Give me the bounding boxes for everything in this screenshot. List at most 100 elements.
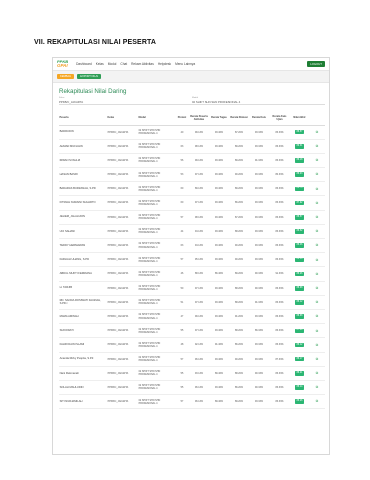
cell-aktivitas: 89.13% [189, 181, 209, 197]
app-logo[interactable]: PPKB GPAI [57, 59, 68, 69]
cell-aktivitas: 97.13% [189, 195, 209, 211]
export-button[interactable]: EXPORT NILAI [77, 73, 102, 80]
cell-kelas: PPKB/C_JAKARTA [107, 125, 138, 140]
cell-nilai: 88.18 [290, 252, 309, 268]
nav-item-modul[interactable]: Modul [108, 62, 117, 66]
column-header: Peserta [59, 113, 107, 126]
cell-modul: 02 SHIFT SHN SHN PROFESIONAL 4 [138, 281, 175, 296]
back-button[interactable]: KEMBALI [57, 73, 75, 80]
nilai-badge: 88.21 [295, 371, 304, 376]
cell-nilai: 88.14 [290, 380, 309, 396]
document-heading: VII. REKAPITULASI NILAI PESERTA [34, 39, 156, 46]
cell-peserta: TEDDY HERMAWAN [59, 238, 107, 254]
cell-action: ⧉ [309, 352, 325, 367]
nilai-badge: 88.14 [295, 385, 304, 390]
cell-peserta: FITRIAH NURAINI SUHARTO [59, 195, 107, 211]
external-link-icon[interactable]: ⧉ [316, 300, 318, 304]
cell-peserta: JELIEM_JALALUDIN [59, 210, 107, 225]
external-link-icon[interactable]: ⧉ [316, 329, 318, 333]
nilai-badge: 88.46 [295, 243, 304, 248]
nav-item-chat[interactable]: Chat [120, 62, 127, 66]
external-link-icon[interactable]: ⧉ [316, 343, 318, 347]
cell-nilai: 88.12 [290, 337, 309, 353]
external-link-icon[interactable]: ⧉ [316, 229, 318, 233]
cell-tugas: 93.46% [209, 238, 229, 254]
nav-item-kelas[interactable]: Kelas [96, 62, 104, 66]
table-row: TEDDY HERMAWAN PPKB/C_JAKARTA 02 SHIFT SHN… [59, 238, 325, 254]
table-row: FARLIAH UHANG, S.PD PPKB/C_JAKARTA 02 SHIF… [59, 252, 325, 268]
cell-pretest: 48 [175, 337, 189, 353]
external-link-icon[interactable]: ⧉ [316, 201, 318, 205]
cell-nilai: 88.68 [290, 309, 309, 325]
cell-aktivitas: 99.13% [189, 153, 209, 169]
cell-modul: 02 SHIFT SHN SHN PROFESIONAL 4 [138, 139, 175, 154]
external-link-icon[interactable]: ⧉ [316, 399, 318, 403]
external-link-icon[interactable]: ⧉ [316, 272, 318, 276]
cell-peserta: ABDUL MUKTI FERRIANA [59, 266, 107, 282]
cell-aktivitas: 99.13% [189, 309, 209, 325]
external-link-icon[interactable]: ⧉ [316, 144, 318, 148]
cell-nilai: 88.18 [290, 153, 309, 169]
external-link-icon[interactable]: ⧉ [316, 215, 318, 219]
cell-aktivitas: 99.13% [189, 125, 209, 140]
cell-tugas: 93.46% [209, 224, 229, 240]
filter-modul-value[interactable]: 02 SHIFT SHN SHN PROFESIONAL 4 [192, 100, 240, 104]
column-header: Kelas [107, 113, 138, 126]
cell-diskusi: 88.20% [229, 295, 249, 310]
cell-aktivitas: 98.13% [189, 210, 209, 225]
cell-tugas: 93.46% [209, 352, 229, 367]
cell-action: ⧉ [309, 139, 325, 154]
table-row: FITRIAH NURAINI SUHARTO PPKB/C_JAKARTA 02 … [59, 195, 325, 211]
external-link-icon[interactable]: ⧉ [316, 158, 318, 162]
logo-bottom-text: GPAI [57, 62, 68, 68]
table-row: Ananda Rizky Puspita, S.Pd PPKB/C_JAKARTA… [59, 352, 325, 367]
cell-action: ⧉ [309, 238, 325, 254]
cell-action: ⧉ [309, 380, 325, 396]
cell-aktivitas: 96.13% [189, 380, 209, 396]
nilai-badge: 88.57 [295, 129, 304, 135]
column-header [309, 113, 325, 126]
cell-tugas: 89.46% [209, 366, 229, 381]
nav-item-rekam-aktivitas[interactable]: Rekam Aktivitas [131, 62, 154, 66]
external-link-icon[interactable]: ⧉ [316, 286, 318, 290]
table-row: H. TARJIB PPKB/C_JAKARTA 02 SHIFT SHN SHN … [59, 281, 325, 296]
cell-action: ⧉ [309, 224, 325, 240]
logout-button[interactable]: LOGOUT [307, 60, 325, 68]
cell-modul: 02 SHIFT SHN SHN PROFESIONAL 4 [138, 337, 175, 353]
external-link-icon[interactable]: ⧉ [316, 130, 318, 134]
cell-modul: 02 SHIFT SHN SHN PROFESIONAL 4 [138, 153, 175, 169]
external-link-icon[interactable]: ⧉ [316, 385, 318, 389]
cell-diskusi: 89.20% [229, 181, 249, 197]
external-link-icon[interactable]: ⧉ [316, 187, 318, 191]
cell-peserta: SOLAH MAULUDIN [59, 380, 107, 396]
cell-kelas: PPKB/C_JAKARTA [107, 309, 138, 325]
cell-aktivitas: 97.13% [189, 295, 209, 310]
table-row: Nani Rukmanah PPKB/C_JAKARTA 02 SHIFT SHN … [59, 366, 325, 381]
cell-aktivitas: 95.13% [189, 252, 209, 268]
external-link-icon[interactable]: ⧉ [316, 371, 318, 375]
external-link-icon[interactable]: ⧉ [316, 357, 318, 361]
cell-diskusi: 90.20% [229, 352, 249, 367]
external-link-icon[interactable]: ⧉ [316, 172, 318, 176]
cell-diskusi: 86.20% [229, 380, 249, 396]
cell-pretest: 47 [175, 309, 189, 325]
external-link-icon[interactable]: ⧉ [316, 258, 318, 262]
cell-modul: 02 SHIFT SHN SHN PROFESIONAL 4 [138, 394, 175, 410]
column-header: Rerata Diskusi [229, 113, 249, 126]
cell-diskusi: 89.20% [229, 394, 249, 410]
nav-item-dashboard[interactable]: Dashboard [76, 62, 92, 66]
cell-aktivitas: 94.13% [189, 224, 209, 240]
cell-modul: 02 SHIFT SHN SHN PROFESIONAL 4 [138, 181, 175, 197]
external-link-icon[interactable]: ⧉ [316, 243, 318, 247]
nav-item-helpdesk[interactable]: Helpdesk [158, 62, 171, 66]
cell-kelas: PPKB/C_JAKARTA [107, 139, 138, 154]
cell-ujian: 91.33% [269, 266, 290, 282]
cell-kuis: 93.33% [249, 181, 269, 197]
cell-nilai: 88.52 [290, 224, 309, 240]
cell-tugas: 93.46% [209, 323, 229, 339]
app-screenshot: PPKB GPAI Dashboard Kelas Modul Chat Rekam A… [52, 57, 330, 455]
external-link-icon[interactable]: ⧉ [316, 314, 318, 318]
filter-kelas-value[interactable]: PPKB/C_JAKARTA [59, 100, 83, 104]
cell-modul: 02 SHIFT SHN SHN PROFESIONAL 4 [138, 224, 175, 240]
nav-item-menu-lainnya[interactable]: Menu Lainnya [175, 62, 195, 66]
